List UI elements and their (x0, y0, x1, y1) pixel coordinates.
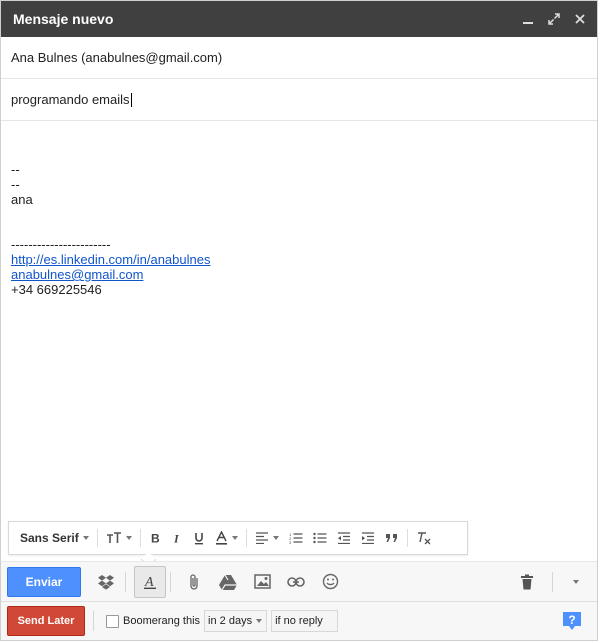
boomerang-interval-value: in 2 days (208, 615, 253, 627)
help-icon[interactable]: ? (561, 610, 583, 632)
compose-window: Mensaje nuevo Ana Bulnes (anabulnes@gmai… (0, 0, 598, 641)
insert-link-icon[interactable] (281, 567, 311, 597)
minimize-icon[interactable] (521, 12, 535, 26)
send-button[interactable]: Enviar (7, 566, 81, 597)
subject-field[interactable]: programando emails (1, 79, 597, 121)
svg-text:B: B (151, 532, 160, 544)
subject-text: programando emails (11, 92, 130, 107)
formatting-toolbar: Sans Serif B I 123 (8, 521, 468, 555)
message-body[interactable]: -- -- ana ----------------------- http:/… (1, 122, 597, 514)
insert-emoticon-icon[interactable] (315, 567, 345, 597)
underline-icon[interactable] (188, 527, 210, 549)
discard-draft-icon[interactable] (512, 567, 542, 597)
indent-less-icon[interactable] (332, 527, 356, 549)
svg-text:3: 3 (289, 540, 292, 544)
boomerang-checkbox[interactable] (106, 614, 119, 628)
boomerang-interval-select[interactable]: in 2 days (204, 610, 268, 632)
bulleted-list-icon[interactable] (308, 527, 332, 549)
dropbox-icon[interactable] (91, 567, 121, 597)
email-link[interactable]: anabulnes@gmail.com (11, 267, 143, 282)
send-later-button[interactable]: Send Later (7, 606, 85, 636)
attach-file-icon[interactable] (179, 567, 209, 597)
boomerang-checkbox-label: Boomerang this (123, 615, 201, 627)
close-icon[interactable] (573, 12, 587, 26)
to-field[interactable]: Ana Bulnes (anabulnes@gmail.com) (1, 37, 597, 79)
text-cursor (130, 92, 132, 107)
expand-icon[interactable] (547, 12, 561, 26)
insert-photo-icon[interactable] (247, 567, 277, 597)
window-controls (521, 12, 587, 26)
svg-text:I: I (173, 532, 180, 544)
indent-more-icon[interactable] (356, 527, 380, 549)
signature-separator: -- (11, 177, 20, 192)
linkedin-link[interactable]: http://es.linkedin.com/in/anabulnes (11, 252, 210, 267)
more-options-icon[interactable] (561, 567, 591, 597)
font-family-select[interactable]: Sans Serif (15, 527, 94, 549)
align-icon[interactable] (250, 527, 284, 549)
toolbar-right-group (508, 567, 591, 597)
boomerang-condition-value: if no reply (275, 615, 323, 627)
svg-text:?: ? (568, 613, 575, 627)
signature-phone: +34 669225546 (11, 282, 102, 297)
text-size-icon[interactable] (101, 527, 137, 549)
bold-icon[interactable]: B (144, 527, 166, 549)
formatting-options-icon[interactable]: A (134, 565, 166, 598)
to-recipient[interactable]: Ana Bulnes (anabulnes@gmail.com) (11, 50, 222, 65)
boomerang-bar: Send Later Boomerang this in 2 days if n… (1, 601, 597, 640)
signature-name: ana (11, 192, 33, 207)
font-family-label: Sans Serif (20, 531, 79, 545)
window-title: Mensaje nuevo (13, 11, 114, 27)
compose-titlebar[interactable]: Mensaje nuevo (1, 1, 597, 37)
italic-icon[interactable]: I (166, 527, 188, 549)
quote-icon[interactable] (380, 527, 404, 549)
numbered-list-icon[interactable]: 123 (284, 527, 308, 549)
signature-divider: ----------------------- (11, 237, 111, 252)
signature-separator: -- (11, 162, 20, 177)
google-drive-icon[interactable] (213, 567, 243, 597)
compose-toolbar: Enviar A (1, 561, 597, 601)
remove-formatting-icon[interactable] (411, 527, 437, 549)
text-color-icon[interactable] (210, 527, 243, 549)
boomerang-condition-select[interactable]: if no reply (271, 610, 338, 632)
